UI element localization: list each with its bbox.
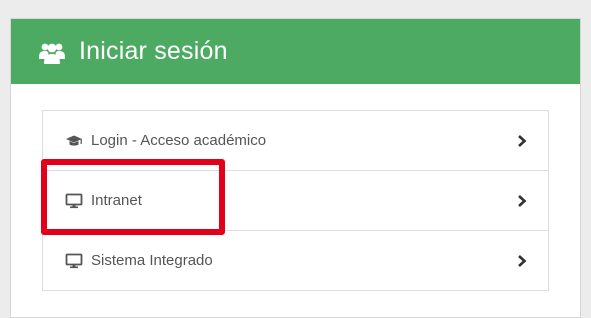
list-item-login-academico[interactable]: Login - Acceso académico — [43, 111, 548, 171]
desktop-icon — [65, 253, 83, 268]
list-item-sistema-integrado[interactable]: Sistema Integrado — [43, 231, 548, 291]
list-item-label: Intranet — [91, 192, 142, 209]
list-item-label: Login - Acceso académico — [91, 132, 267, 149]
chevron-right-icon[interactable] — [516, 194, 528, 208]
list-item-intranet[interactable]: Intranet — [43, 171, 548, 231]
login-panel: Iniciar sesión Login - Acceso académico — [10, 18, 581, 318]
panel-header: Iniciar sesión — [11, 19, 580, 84]
login-options-list: Login - Acceso académico Intranet Sistem… — [42, 110, 549, 291]
graduation-cap-icon — [66, 135, 82, 146]
panel-title: Iniciar sesión — [79, 37, 228, 65]
users-icon — [39, 43, 65, 64]
list-item-label: Sistema Integrado — [91, 252, 213, 269]
panel-body: Login - Acceso académico Intranet Sistem… — [11, 84, 580, 291]
chevron-right-icon[interactable] — [516, 254, 528, 268]
desktop-icon — [65, 193, 83, 208]
chevron-right-icon[interactable] — [516, 134, 528, 148]
